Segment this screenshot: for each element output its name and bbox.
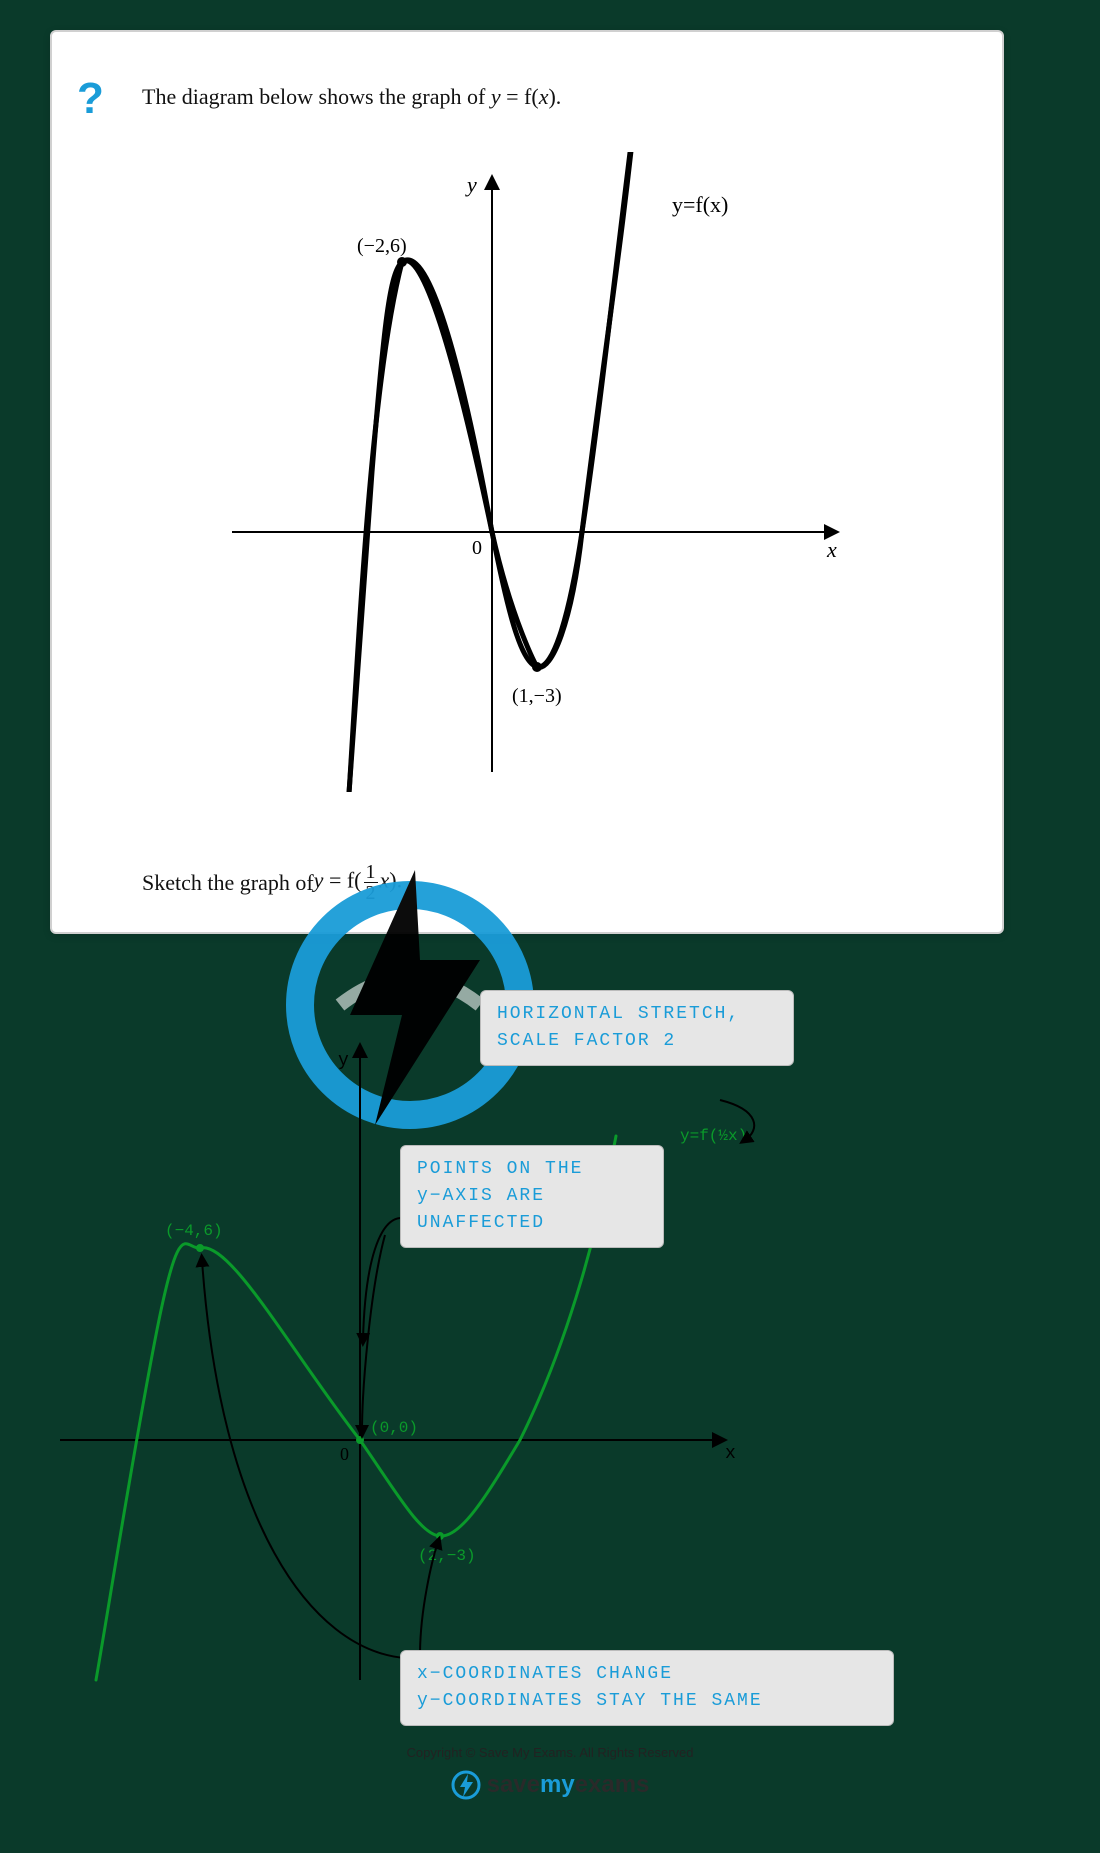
point-max-2 bbox=[196, 1244, 204, 1252]
label-max: (−2,6) bbox=[357, 235, 407, 257]
label-min-2: (2,−3) bbox=[418, 1547, 476, 1565]
solution-graph: (−4,6) (0,0) (2,−3) 0 x y y=f(½x) bbox=[60, 1040, 860, 1700]
anno2-line1: POINTS ON THE bbox=[417, 1156, 647, 1183]
annotation-box-3: x−COORDINATES CHANGE y−COORDINATES STAY … bbox=[400, 1650, 894, 1726]
brand-logo: savemyexams bbox=[451, 1770, 650, 1800]
annotation-box-2: POINTS ON THE y−AXIS ARE UNAFFECTED bbox=[400, 1145, 664, 1248]
copyright-text: Copyright © Save My Exams. All Rights Re… bbox=[0, 1745, 1100, 1760]
arrow-to-origin bbox=[362, 1235, 385, 1432]
y-axis-label: y bbox=[465, 172, 477, 197]
point-min bbox=[532, 662, 542, 672]
question-text: The diagram below shows the graph of y =… bbox=[142, 84, 561, 110]
brand-row: savemyexams bbox=[0, 1770, 1100, 1805]
origin-label-2: 0 bbox=[340, 1444, 349, 1464]
origin-label: 0 bbox=[472, 537, 482, 559]
point-min-2 bbox=[436, 1532, 444, 1540]
original-graph: (−2,6) (1,−3) 0 x y y=f(x) bbox=[192, 152, 872, 792]
anno3-line2: y−COORDINATES STAY THE SAME bbox=[417, 1688, 877, 1715]
annotation-box-1: HORIZONTAL STRETCH, SCALE FACTOR 2 bbox=[480, 990, 794, 1066]
question-card: ? The diagram below shows the graph of y… bbox=[50, 30, 1004, 934]
solution-graph-wrap: (−4,6) (0,0) (2,−3) 0 x y y=f(½x) bbox=[60, 1040, 860, 1700]
point-origin-2 bbox=[356, 1436, 364, 1444]
question-intro: The diagram below shows the graph of bbox=[142, 84, 491, 109]
fx-title: y=f(x) bbox=[672, 192, 728, 217]
anno3-line1: x−COORDINATES CHANGE bbox=[417, 1661, 877, 1688]
point-max bbox=[397, 257, 407, 267]
fhalfx-title: y=f(½x) bbox=[680, 1127, 747, 1145]
question-eq: y = f(x). bbox=[491, 84, 561, 109]
question-mark-icon: ? bbox=[77, 74, 104, 124]
x-axis-label: x bbox=[826, 537, 837, 562]
anno2-line2: y−AXIS ARE bbox=[417, 1183, 647, 1210]
anno1-line2: SCALE FACTOR 2 bbox=[497, 1028, 777, 1055]
arrow-to-yaxis bbox=[363, 1218, 400, 1340]
brand-exams: exams bbox=[575, 1771, 650, 1799]
anno2-line3: UNAFFECTED bbox=[417, 1210, 647, 1237]
brand-save: save bbox=[487, 1771, 540, 1799]
label-max-2: (−4,6) bbox=[165, 1222, 223, 1240]
brand-my: my bbox=[540, 1771, 575, 1799]
label-min: (1,−3) bbox=[512, 685, 562, 707]
x-axis-label-2: x bbox=[725, 1444, 736, 1464]
anno1-line1: HORIZONTAL STRETCH, bbox=[497, 1001, 777, 1028]
y-axis-label-2: y bbox=[338, 1051, 349, 1071]
bolt-icon bbox=[451, 1770, 481, 1800]
label-origin-2: (0,0) bbox=[370, 1419, 418, 1437]
